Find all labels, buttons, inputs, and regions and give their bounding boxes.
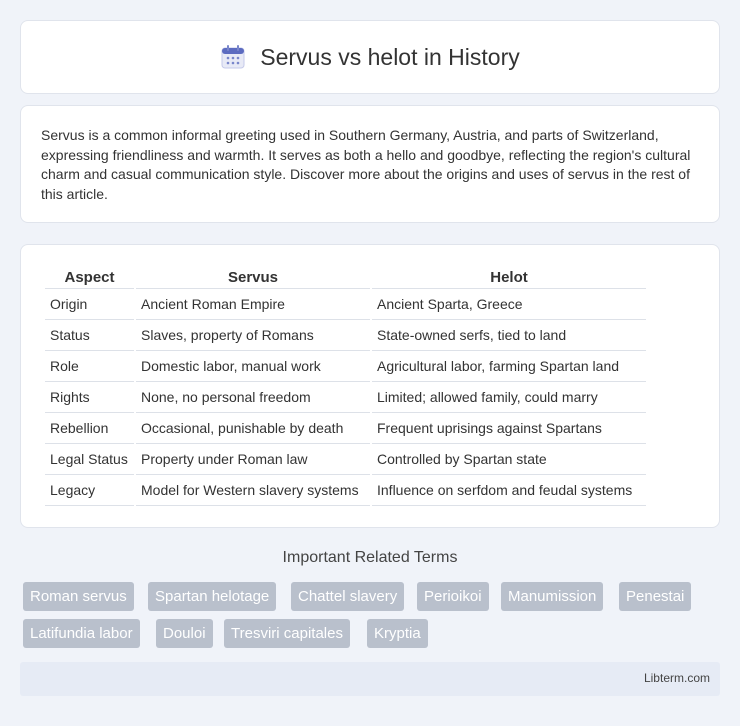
cell-servus: Occasional, punishable by death: [136, 413, 370, 444]
table-row: Rights None, no personal freedom Limited; …: [45, 382, 646, 413]
table-row: Legal Status Property under Roman law Cont…: [45, 444, 646, 475]
related-term-tag[interactable]: Kryptia: [367, 619, 428, 648]
header-aspect: Aspect: [45, 265, 134, 289]
cell-helot: Influence on serfdom and feudal systems: [372, 475, 646, 506]
page-title: Servus vs helot in History: [260, 43, 520, 70]
comparison-card: Aspect Servus Helot Origin Ancient Roman …: [20, 244, 720, 528]
cell-helot: Agricultural labor, farming Spartan land: [372, 351, 646, 382]
cell-helot: State-owned serfs, tied to land: [372, 320, 646, 351]
related-term-tag[interactable]: Spartan helotage: [148, 582, 277, 611]
header-servus: Servus: [136, 265, 370, 289]
related-term-tag[interactable]: Chattel slavery: [291, 582, 405, 611]
cell-servus: None, no personal freedom: [136, 382, 370, 413]
table-row: Legacy Model for Western slavery systems I…: [45, 475, 646, 506]
footer-site[interactable]: Libterm.com: [644, 671, 710, 685]
related-term-tag[interactable]: Penestai: [619, 582, 692, 611]
table-row: Origin Ancient Roman Empire Ancient Sparta…: [45, 289, 646, 320]
cell-aspect: Legal Status: [45, 444, 134, 475]
footer: Libterm.com: [20, 662, 720, 696]
table-row: Status Slaves, property of Romans State-ow…: [45, 320, 646, 351]
cell-aspect: Role: [45, 351, 134, 382]
table-row: Rebellion Occasional, punishable by death…: [45, 413, 646, 444]
cell-aspect: Origin: [45, 289, 134, 320]
related-term-tag[interactable]: Douloi: [156, 619, 213, 648]
cell-aspect: Legacy: [45, 475, 134, 506]
cell-servus: Ancient Roman Empire: [136, 289, 370, 320]
cell-servus: Model for Western slavery systems: [136, 475, 370, 506]
cell-helot: Ancient Sparta, Greece: [372, 289, 646, 320]
related-term-tag[interactable]: Latifundia labor: [23, 619, 140, 648]
cell-helot: Controlled by Spartan state: [372, 444, 646, 475]
comparison-table: Aspect Servus Helot Origin Ancient Roman …: [43, 265, 648, 506]
title-card: Servus vs helot in History: [20, 20, 720, 94]
cell-helot: Limited; allowed family, could marry: [372, 382, 646, 413]
related-term-tag[interactable]: Tresviri capitales: [224, 619, 350, 648]
cell-aspect: Status: [45, 320, 134, 351]
cell-servus: Slaves, property of Romans: [136, 320, 370, 351]
header-helot: Helot: [372, 265, 646, 289]
intro-text: Servus is a common informal greeting use…: [41, 127, 691, 202]
related-terms-title: Important Related Terms: [282, 549, 458, 566]
table-row: Role Domestic labor, manual work Agricultu…: [45, 351, 646, 382]
cell-servus: Property under Roman law: [136, 444, 370, 475]
cell-aspect: Rights: [45, 382, 134, 413]
related-term-tag[interactable]: Manumission: [501, 582, 604, 611]
cell-helot: Frequent uprisings against Spartans: [372, 413, 646, 444]
cell-aspect: Rebellion: [45, 413, 134, 444]
cell-servus: Domestic labor, manual work: [136, 351, 370, 382]
intro-card: Servus is a common informal greeting use…: [20, 105, 720, 223]
table-header-row: Aspect Servus Helot: [45, 265, 646, 289]
calendar-icon: [220, 44, 246, 70]
related-term-tag[interactable]: Roman servus: [23, 582, 134, 611]
related-term-tag[interactable]: Perioikoi: [417, 582, 489, 611]
